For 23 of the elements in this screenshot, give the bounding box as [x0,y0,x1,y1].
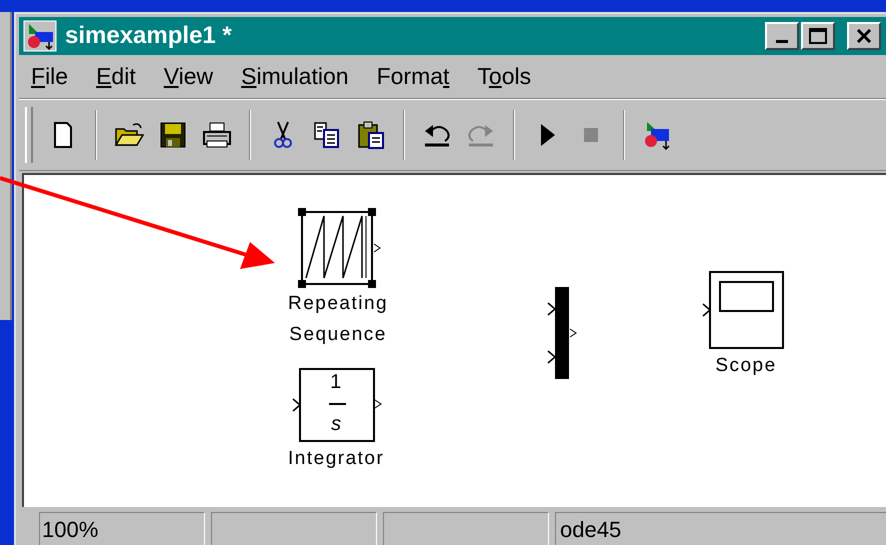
menu-item[interactable]: Tools [477,59,532,94]
minimize-icon [776,40,788,43]
block-label: Sequence [288,323,387,347]
close-icon [856,29,872,43]
menu-item[interactable]: Simulation [241,59,349,94]
denominator-text: s [331,413,342,435]
solver-status: ode45 [555,512,886,545]
zoom-status: 100% [39,512,205,545]
block-label: Scope [714,354,777,378]
close-button[interactable] [847,22,881,50]
menu-item[interactable]: File [31,59,68,94]
menu-item[interactable]: Format [376,59,450,94]
model-icon [23,20,57,52]
maximize-button[interactable] [801,22,835,50]
minimize-button[interactable] [765,22,799,50]
numerator-text: 1 [330,371,342,393]
window-title: simexample1 * [65,21,233,51]
menu-item[interactable]: Edit [96,59,136,94]
menu-item[interactable]: View [164,59,214,94]
block-label: Repeating [287,292,388,316]
block-label: Integrator [287,447,384,471]
toolbar-grip[interactable] [25,107,33,163]
maximize-icon [809,28,827,44]
